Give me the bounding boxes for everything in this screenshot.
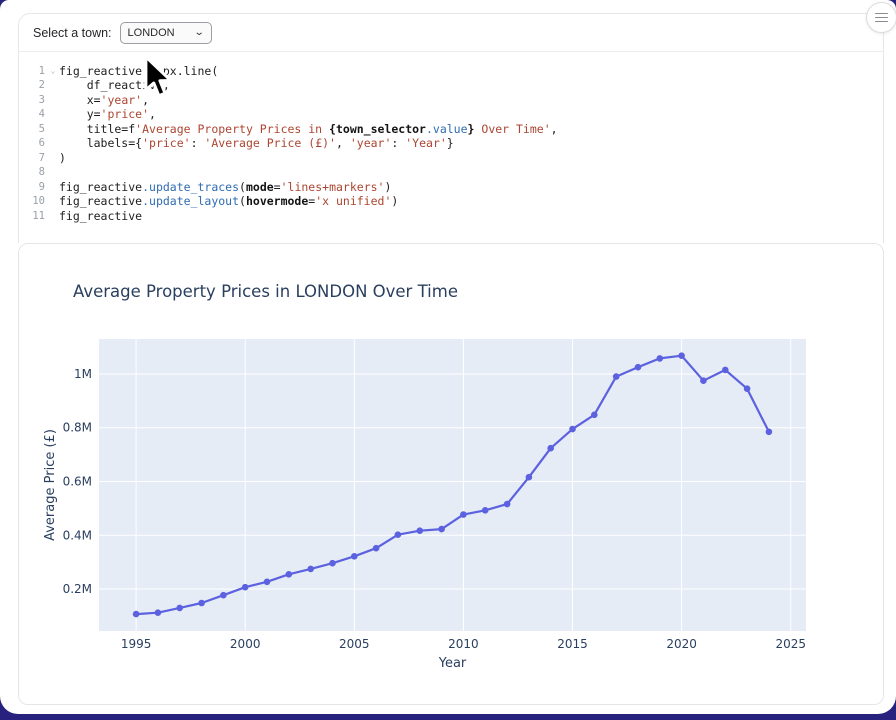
svg-text:2005: 2005 — [339, 637, 370, 651]
chart-output-card: 1995 2000 2005 2010 2015 2020 2025 0.2M 0.4M 0.6M… — [18, 243, 884, 705]
svg-text:Average Price (£): Average Price (£) — [43, 429, 58, 541]
menu-button[interactable] — [866, 2, 896, 33]
code-editor[interactable]: 1⌄fig_reactive = px.line(2 df_reactive,3… — [19, 52, 883, 223]
svg-text:1M: 1M — [74, 367, 92, 381]
svg-text:2025: 2025 — [775, 637, 806, 651]
svg-text:2000: 2000 — [230, 637, 261, 651]
widget-bar: Select a town: LONDON ⌄ — [19, 14, 883, 52]
svg-text:Average Property Prices in LON: Average Property Prices in LONDON Over T… — [73, 282, 458, 301]
svg-text:2020: 2020 — [666, 637, 697, 651]
svg-text:2010: 2010 — [448, 637, 479, 651]
svg-text:0.4M: 0.4M — [63, 528, 92, 542]
app-page: Select a town: LONDON ⌄ 1⌄fig_reactive =… — [0, 0, 896, 714]
svg-text:Year: Year — [438, 656, 467, 671]
svg-text:0.8M: 0.8M — [63, 421, 92, 435]
svg-text:0.2M: 0.2M — [63, 582, 92, 596]
code-lines: 1⌄fig_reactive = px.line(2 df_reactive,3… — [19, 64, 883, 223]
svg-text:1995: 1995 — [121, 637, 152, 651]
town-select-dropdown[interactable]: LONDON ⌄ — [120, 22, 212, 44]
notebook-cell: Select a town: LONDON ⌄ 1⌄fig_reactive =… — [18, 13, 884, 243]
plotly-chart[interactable]: 1995 2000 2005 2010 2015 2020 2025 0.2M 0.4M 0.6M… — [19, 244, 884, 705]
svg-text:0.6M: 0.6M — [63, 475, 92, 489]
hamburger-icon — [875, 10, 888, 24]
town-select-value: LONDON — [128, 27, 196, 39]
svg-text:2015: 2015 — [557, 637, 588, 651]
chevron-down-icon: ⌄ — [194, 27, 205, 38]
town-select-label: Select a town: — [33, 26, 112, 40]
